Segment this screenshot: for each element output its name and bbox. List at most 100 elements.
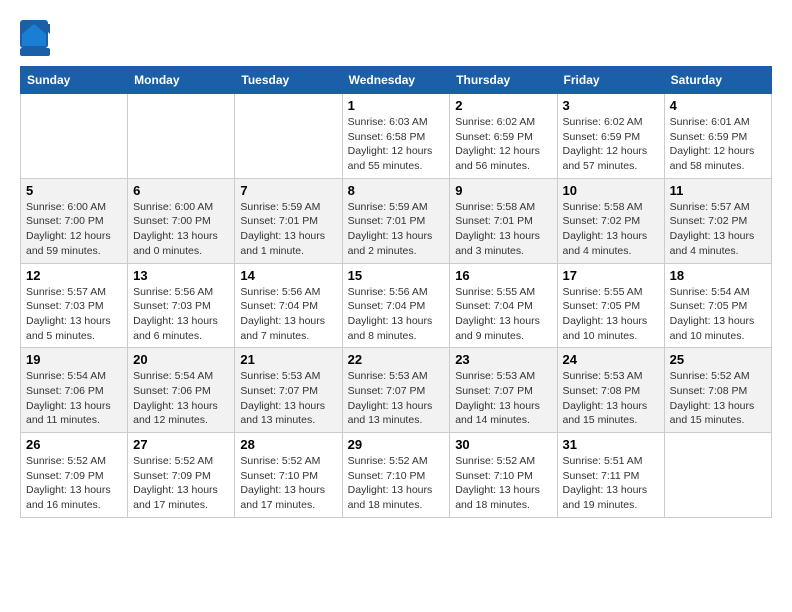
- calendar-cell: 1 Sunrise: 6:03 AM Sunset: 6:58 PM Daylig…: [342, 94, 450, 179]
- calendar-cell: 5 Sunrise: 6:00 AM Sunset: 7:00 PM Daylig…: [21, 178, 128, 263]
- day-info: Sunrise: 5:52 AM Sunset: 7:09 PM Dayligh…: [133, 454, 229, 513]
- day-info: Sunrise: 5:51 AM Sunset: 7:11 PM Dayligh…: [563, 454, 659, 513]
- day-number: 3: [563, 98, 659, 113]
- calendar-cell: 9 Sunrise: 5:58 AM Sunset: 7:01 PM Daylig…: [450, 178, 557, 263]
- page-header: [20, 20, 772, 56]
- day-number: 21: [240, 352, 336, 367]
- day-info: Sunrise: 5:57 AM Sunset: 7:02 PM Dayligh…: [670, 200, 766, 259]
- day-number: 18: [670, 268, 766, 283]
- calendar-cell: 4 Sunrise: 6:01 AM Sunset: 6:59 PM Daylig…: [664, 94, 771, 179]
- calendar-cell: 27 Sunrise: 5:52 AM Sunset: 7:09 PM Dayli…: [128, 433, 235, 518]
- day-number: 20: [133, 352, 229, 367]
- calendar-body: 1 Sunrise: 6:03 AM Sunset: 6:58 PM Daylig…: [21, 94, 772, 518]
- day-info: Sunrise: 5:56 AM Sunset: 7:03 PM Dayligh…: [133, 285, 229, 344]
- header-day-saturday: Saturday: [664, 67, 771, 94]
- calendar-cell: [128, 94, 235, 179]
- day-number: 13: [133, 268, 229, 283]
- day-number: 30: [455, 437, 551, 452]
- day-number: 9: [455, 183, 551, 198]
- day-info: Sunrise: 6:00 AM Sunset: 7:00 PM Dayligh…: [26, 200, 122, 259]
- day-number: 24: [563, 352, 659, 367]
- day-number: 1: [348, 98, 445, 113]
- calendar-cell: 10 Sunrise: 5:58 AM Sunset: 7:02 PM Dayli…: [557, 178, 664, 263]
- week-row-5: 26 Sunrise: 5:52 AM Sunset: 7:09 PM Dayli…: [21, 433, 772, 518]
- day-number: 17: [563, 268, 659, 283]
- day-number: 7: [240, 183, 336, 198]
- calendar-cell: 20 Sunrise: 5:54 AM Sunset: 7:06 PM Dayli…: [128, 348, 235, 433]
- day-number: 14: [240, 268, 336, 283]
- day-info: Sunrise: 5:57 AM Sunset: 7:03 PM Dayligh…: [26, 285, 122, 344]
- header-day-wednesday: Wednesday: [342, 67, 450, 94]
- day-number: 26: [26, 437, 122, 452]
- day-number: 8: [348, 183, 445, 198]
- calendar-cell: 12 Sunrise: 5:57 AM Sunset: 7:03 PM Dayli…: [21, 263, 128, 348]
- day-info: Sunrise: 6:02 AM Sunset: 6:59 PM Dayligh…: [455, 115, 551, 174]
- day-number: 11: [670, 183, 766, 198]
- day-number: 27: [133, 437, 229, 452]
- day-info: Sunrise: 5:55 AM Sunset: 7:05 PM Dayligh…: [563, 285, 659, 344]
- calendar-cell: 6 Sunrise: 6:00 AM Sunset: 7:00 PM Daylig…: [128, 178, 235, 263]
- day-number: 22: [348, 352, 445, 367]
- calendar-table: SundayMondayTuesdayWednesdayThursdayFrid…: [20, 66, 772, 518]
- day-info: Sunrise: 5:59 AM Sunset: 7:01 PM Dayligh…: [240, 200, 336, 259]
- logo-icon: [20, 20, 50, 56]
- day-info: Sunrise: 5:59 AM Sunset: 7:01 PM Dayligh…: [348, 200, 445, 259]
- calendar-cell: 25 Sunrise: 5:52 AM Sunset: 7:08 PM Dayli…: [664, 348, 771, 433]
- day-number: 15: [348, 268, 445, 283]
- day-info: Sunrise: 5:52 AM Sunset: 7:10 PM Dayligh…: [240, 454, 336, 513]
- calendar-cell: 17 Sunrise: 5:55 AM Sunset: 7:05 PM Dayli…: [557, 263, 664, 348]
- calendar-cell: 19 Sunrise: 5:54 AM Sunset: 7:06 PM Dayli…: [21, 348, 128, 433]
- day-number: 19: [26, 352, 122, 367]
- calendar-cell: 23Sunrise: 5:53 AM Sunset: 7:07 PM Dayli…: [450, 348, 557, 433]
- day-number: 10: [563, 183, 659, 198]
- day-number: 12: [26, 268, 122, 283]
- day-info: Sunrise: 5:58 AM Sunset: 7:02 PM Dayligh…: [563, 200, 659, 259]
- calendar-cell: 28 Sunrise: 5:52 AM Sunset: 7:10 PM Dayli…: [235, 433, 342, 518]
- week-row-3: 12 Sunrise: 5:57 AM Sunset: 7:03 PM Dayli…: [21, 263, 772, 348]
- day-info: Sunrise: 5:56 AM Sunset: 7:04 PM Dayligh…: [348, 285, 445, 344]
- calendar-cell: [664, 433, 771, 518]
- day-info: Sunrise: 6:00 AM Sunset: 7:00 PM Dayligh…: [133, 200, 229, 259]
- day-info: Sunrise: 5:54 AM Sunset: 7:06 PM Dayligh…: [26, 369, 122, 428]
- day-number: 4: [670, 98, 766, 113]
- day-info: Sunrise: 6:02 AM Sunset: 6:59 PM Dayligh…: [563, 115, 659, 174]
- day-info: Sunrise: 6:01 AM Sunset: 6:59 PM Dayligh…: [670, 115, 766, 174]
- day-info: Sunrise: 5:52 AM Sunset: 7:10 PM Dayligh…: [348, 454, 445, 513]
- calendar-cell: 30 Sunrise: 5:52 AM Sunset: 7:10 PM Dayli…: [450, 433, 557, 518]
- day-info: Sunrise: 5:53 AM Sunset: 7:07 PM Dayligh…: [348, 369, 445, 428]
- day-info: Sunrise: 5:53 AM Sunset: 7:07 PM Dayligh…: [455, 369, 551, 428]
- calendar-cell: 8 Sunrise: 5:59 AM Sunset: 7:01 PM Daylig…: [342, 178, 450, 263]
- day-info: Sunrise: 5:52 AM Sunset: 7:09 PM Dayligh…: [26, 454, 122, 513]
- header-day-thursday: Thursday: [450, 67, 557, 94]
- day-number: 5: [26, 183, 122, 198]
- calendar-cell: 7 Sunrise: 5:59 AM Sunset: 7:01 PM Daylig…: [235, 178, 342, 263]
- calendar-cell: 21 Sunrise: 5:53 AM Sunset: 7:07 PM Dayli…: [235, 348, 342, 433]
- week-row-2: 5 Sunrise: 6:00 AM Sunset: 7:00 PM Daylig…: [21, 178, 772, 263]
- calendar-cell: 16 Sunrise: 5:55 AM Sunset: 7:04 PM Dayli…: [450, 263, 557, 348]
- day-info: Sunrise: 5:54 AM Sunset: 7:05 PM Dayligh…: [670, 285, 766, 344]
- day-number: 25: [670, 352, 766, 367]
- calendar-cell: 15 Sunrise: 5:56 AM Sunset: 7:04 PM Dayli…: [342, 263, 450, 348]
- logo: [20, 20, 54, 56]
- header-day-tuesday: Tuesday: [235, 67, 342, 94]
- day-info: Sunrise: 5:52 AM Sunset: 7:10 PM Dayligh…: [455, 454, 551, 513]
- calendar-cell: [235, 94, 342, 179]
- header-day-friday: Friday: [557, 67, 664, 94]
- day-info: Sunrise: 5:56 AM Sunset: 7:04 PM Dayligh…: [240, 285, 336, 344]
- calendar-cell: 2Sunrise: 6:02 AM Sunset: 6:59 PM Daylig…: [450, 94, 557, 179]
- calendar-cell: 24Sunrise: 5:53 AM Sunset: 7:08 PM Dayli…: [557, 348, 664, 433]
- day-info: Sunrise: 5:54 AM Sunset: 7:06 PM Dayligh…: [133, 369, 229, 428]
- calendar-cell: 3 Sunrise: 6:02 AM Sunset: 6:59 PM Daylig…: [557, 94, 664, 179]
- header-day-sunday: Sunday: [21, 67, 128, 94]
- day-info: Sunrise: 6:03 AM Sunset: 6:58 PM Dayligh…: [348, 115, 445, 174]
- day-info: Sunrise: 5:52 AM Sunset: 7:08 PM Dayligh…: [670, 369, 766, 428]
- day-number: 6: [133, 183, 229, 198]
- calendar-cell: 18 Sunrise: 5:54 AM Sunset: 7:05 PM Dayli…: [664, 263, 771, 348]
- day-info: Sunrise: 5:53 AM Sunset: 7:07 PM Dayligh…: [240, 369, 336, 428]
- day-number: 16: [455, 268, 551, 283]
- day-number: 28: [240, 437, 336, 452]
- calendar-cell: 14 Sunrise: 5:56 AM Sunset: 7:04 PM Dayli…: [235, 263, 342, 348]
- day-info: Sunrise: 5:55 AM Sunset: 7:04 PM Dayligh…: [455, 285, 551, 344]
- calendar-cell: 22 Sunrise: 5:53 AM Sunset: 7:07 PM Dayli…: [342, 348, 450, 433]
- day-info: Sunrise: 5:58 AM Sunset: 7:01 PM Dayligh…: [455, 200, 551, 259]
